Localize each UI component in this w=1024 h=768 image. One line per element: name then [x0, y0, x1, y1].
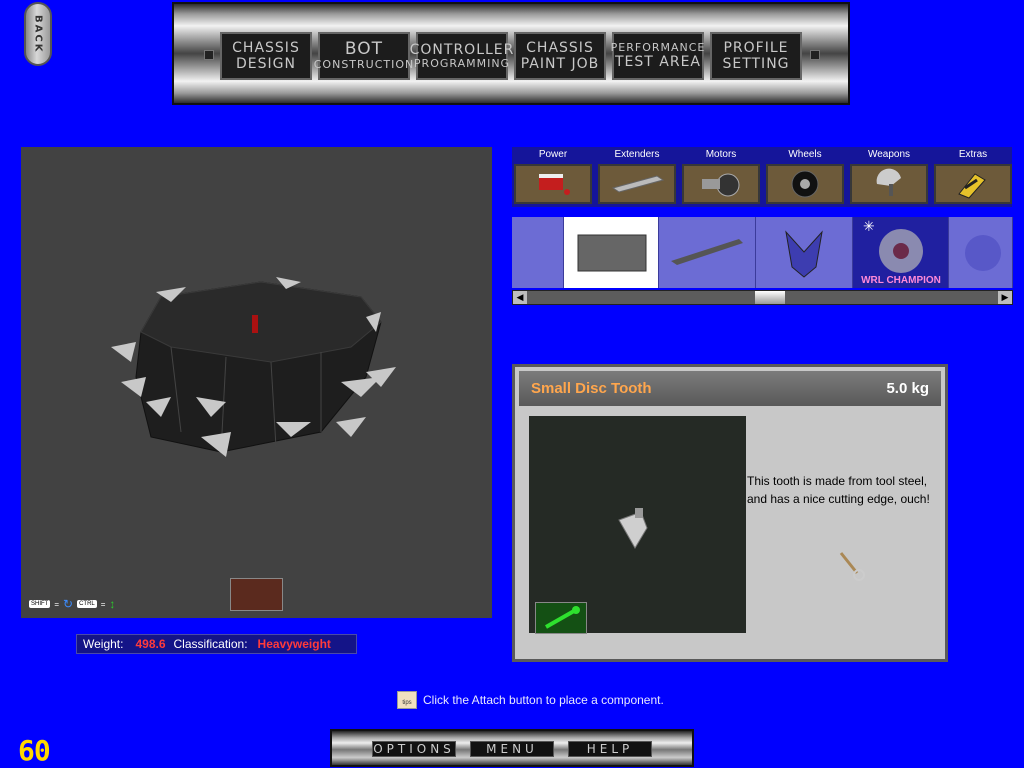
classification-value: Heavyweight — [257, 637, 331, 651]
button-line1: PROFILE — [723, 39, 789, 56]
move-vertical-icon: ↕ — [109, 597, 116, 611]
button-line1: CONTROLLER — [409, 41, 515, 58]
robot-model — [111, 277, 396, 457]
menu-button[interactable]: MENU — [470, 741, 554, 757]
button-line1: PERFORMANCE — [610, 40, 706, 54]
list-item-armor-plate[interactable] — [564, 217, 659, 288]
tab-label: Wheels — [788, 149, 822, 160]
bottom-menu-bar: OPTIONS MENU HELP — [330, 729, 694, 767]
tab-label: Extras — [958, 149, 988, 160]
list-item-blade[interactable] — [756, 217, 853, 288]
button-line1: CHASSIS — [232, 39, 300, 56]
tab-motors[interactable]: Motors — [680, 147, 762, 207]
tab-label: Motors — [705, 149, 737, 160]
button-line1: CHASSIS — [526, 39, 594, 56]
rotate-icon: ↻ — [63, 597, 74, 611]
paint-thumbnail[interactable] — [230, 578, 283, 611]
button-line2: CONSTRUCTION — [313, 58, 415, 72]
info-header: Small Disc Tooth 5.0 kg — [519, 371, 941, 406]
button-line2: DESIGN — [236, 56, 296, 72]
tab-wheels[interactable]: Wheels — [764, 147, 846, 207]
tab-weapons[interactable]: Weapons — [848, 147, 930, 207]
tip-line: tips Click the Attach button to place a … — [397, 691, 664, 709]
stats-bar: Weight: 498.6 Classification: Heavyweigh… — [76, 634, 357, 654]
tab-power[interactable]: Power — [512, 147, 594, 207]
ctrl-key-icon: CTRL — [77, 600, 97, 608]
back-label: BACK — [32, 14, 44, 54]
robot-3d-viewport[interactable]: SHIFT = ↻ CTRL = ↕ — [21, 147, 492, 618]
list-item-spike[interactable] — [659, 217, 756, 288]
component-strip: ✳ WRL CHAMPION — [512, 217, 1013, 288]
motor-icon — [682, 164, 760, 204]
equals-sign: = — [54, 599, 60, 609]
tab-label: Weapons — [867, 149, 911, 160]
bot-construction-button[interactable]: BOT CONSTRUCTION — [314, 32, 413, 80]
scroll-left-icon[interactable]: ◀ — [513, 291, 527, 304]
tab-extenders[interactable]: Extenders — [596, 147, 678, 207]
component-scrollbar[interactable]: ◀ ▶ — [512, 290, 1013, 305]
button-line2: PROGRAMMING — [413, 56, 511, 70]
button-line2: SETTING — [722, 56, 790, 72]
wrench-icon — [545, 606, 580, 629]
wheel-icon — [766, 164, 844, 204]
chassis-design-button[interactable]: CHASSIS DESIGN — [220, 32, 312, 80]
fps-counter: 60 — [18, 734, 51, 767]
disc-tooth-model — [618, 508, 648, 549]
button-line1: BOT — [344, 38, 384, 59]
extender-bar-icon — [598, 164, 676, 204]
component-preview — [529, 416, 746, 634]
scroll-thumb[interactable] — [755, 291, 785, 304]
component-name: Small Disc Tooth — [531, 380, 652, 397]
classification-label: Classification: — [173, 637, 248, 651]
chassis-paint-job-button[interactable]: CHASSIS PAINT JOB — [514, 32, 606, 80]
tip-text: Click the Attach button to place a compo… — [423, 693, 664, 707]
button-line2: PAINT JOB — [520, 56, 600, 72]
frame-rivet — [810, 50, 820, 60]
component-categories: Power Extenders Motors Wheels Weapons Ex… — [512, 147, 1012, 207]
equals-sign: = — [100, 599, 106, 609]
tab-label: Extenders — [614, 149, 660, 160]
performance-test-area-button[interactable]: PERFORMANCE TEST AREA — [610, 32, 706, 80]
back-button[interactable]: BACK — [24, 2, 52, 66]
wrl-champion-label: WRL CHAMPION — [861, 275, 941, 286]
list-item[interactable] — [512, 217, 564, 288]
list-item-wrl-champion[interactable]: ✳ WRL CHAMPION — [853, 217, 949, 288]
weight-value: 498.6 — [135, 637, 166, 651]
component-info-panel: Small Disc Tooth 5.0 kg This tooth is ma… — [512, 364, 948, 662]
shift-key-icon: SHIFT — [29, 600, 51, 608]
weight-label: Weight: — [83, 637, 124, 651]
svg-text:✳: ✳ — [863, 218, 875, 234]
component-description: This tooth is made from tool steel, and … — [747, 474, 930, 506]
top-menu-bar: CHASSIS DESIGN BOT CONSTRUCTION CONTROLL… — [172, 2, 850, 105]
options-button[interactable]: OPTIONS — [372, 741, 456, 757]
controller-programming-button[interactable]: CONTROLLER PROGRAMMING — [410, 32, 513, 80]
tips-icon: tips — [397, 691, 417, 709]
scroll-right-icon[interactable]: ▶ — [998, 291, 1012, 304]
component-weight: 5.0 kg — [886, 380, 929, 397]
extras-icon — [934, 164, 1012, 204]
profile-setting-button[interactable]: PROFILE SETTING — [710, 32, 802, 80]
button-line2: TEST AREA — [614, 54, 701, 71]
frame-rivet — [204, 50, 214, 60]
help-button[interactable]: HELP — [568, 741, 652, 757]
weapon-icon — [850, 164, 928, 204]
attach-button[interactable] — [535, 602, 587, 634]
tab-extras[interactable]: Extras — [932, 147, 1014, 207]
cursor-wrench-icon — [839, 552, 865, 581]
list-item-partial[interactable] — [949, 217, 1013, 288]
control-hint: SHIFT = ↻ CTRL = ↕ — [29, 597, 115, 611]
battery-icon — [514, 164, 592, 204]
tab-label: Power — [538, 149, 568, 160]
